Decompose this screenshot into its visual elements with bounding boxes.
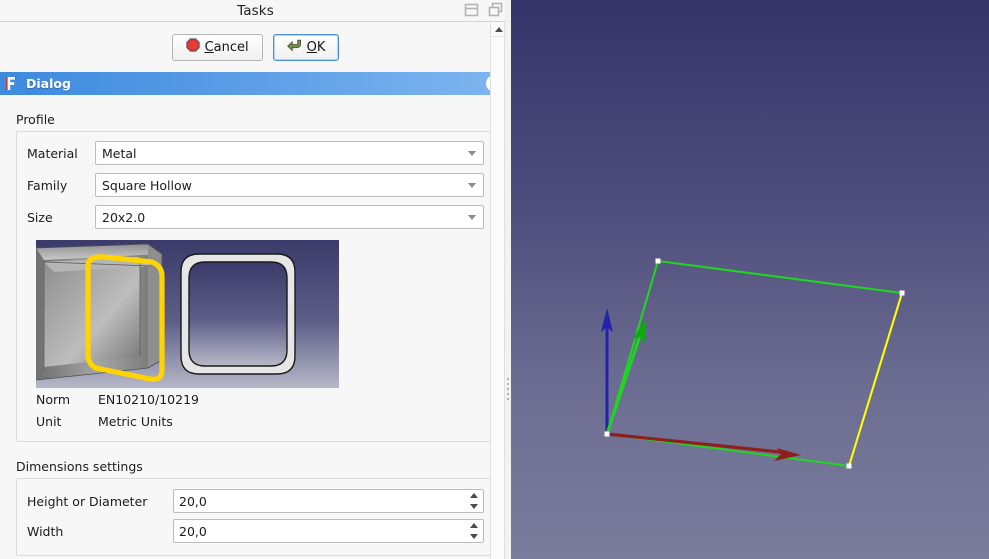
unit-value: Metric Units <box>98 413 173 429</box>
dialog-header: Dialog <box>0 72 511 95</box>
chevron-down-icon <box>468 151 476 156</box>
family-combobox[interactable]: Square Hollow <box>95 173 484 197</box>
chevron-down-icon <box>468 215 476 220</box>
tasks-titlebar: Tasks <box>0 0 511 22</box>
profile-section-label: Profile <box>16 112 55 127</box>
profile-groupbox: Material Metal Family Square Hollow Size <box>16 131 495 442</box>
size-row: Size 20x2.0 <box>27 203 484 231</box>
stepper-up-icon[interactable] <box>469 493 478 498</box>
norm-label: Norm <box>36 391 71 407</box>
tasks-panel: Tasks Cancel OK Dialog Profile Material … <box>0 0 511 559</box>
width-value: 20,0 <box>179 523 207 539</box>
freecad-logo <box>6 76 20 91</box>
stepper-down-icon[interactable] <box>469 534 478 539</box>
height-or-diameter-input[interactable]: 20,0 <box>173 489 484 513</box>
panel-scrollbar[interactable] <box>490 22 506 559</box>
unit-label: Unit <box>36 413 62 429</box>
ok-accel: O <box>306 39 317 55</box>
ok-button-label: OK <box>307 40 326 55</box>
height-or-diameter-value: 20,0 <box>179 493 207 509</box>
size-value: 20x2.0 <box>102 209 146 225</box>
stop-icon <box>185 38 200 56</box>
size-label: Size <box>27 209 53 225</box>
origin-axis-cross <box>601 308 801 461</box>
dialog-button-row: Cancel OK <box>0 22 511 72</box>
app-root: Tasks Cancel OK Dialog Profile Material … <box>0 0 989 559</box>
splitter-grip <box>507 378 509 404</box>
cancel-accel: C <box>204 39 214 55</box>
height-or-diameter-stepper[interactable] <box>466 491 481 511</box>
material-combobox[interactable]: Metal <box>95 141 484 165</box>
material-row: Material Metal <box>27 139 484 167</box>
float-icon[interactable] <box>488 2 503 17</box>
width-row: Width 20,0 <box>27 516 484 546</box>
height-or-diameter-row: Height or Diameter 20,0 <box>27 486 484 516</box>
profile-preview-image <box>36 240 339 388</box>
dimensions-section-label: Dimensions settings <box>16 459 143 474</box>
width-label: Width <box>27 523 64 539</box>
width-stepper[interactable] <box>466 521 481 541</box>
chevron-down-icon <box>468 183 476 188</box>
norm-value: EN10210/10219 <box>98 391 199 407</box>
material-value: Metal <box>102 145 137 161</box>
stepper-up-icon[interactable] <box>469 523 478 528</box>
material-label: Material <box>27 145 78 161</box>
unit-row: Unit Metric Units <box>27 410 484 432</box>
sketch-geometry <box>605 259 904 468</box>
cancel-button-label: Cancel <box>205 40 249 55</box>
titlebar-icon-group <box>464 2 503 17</box>
apply-arrow-icon <box>286 38 302 56</box>
height-or-diameter-label: Height or Diameter <box>27 493 148 509</box>
dialog-body: Profile Material Metal Family Square Hol… <box>0 112 511 559</box>
dialog-title: Dialog <box>26 76 71 91</box>
cancel-label-rest: ancel <box>213 39 249 55</box>
family-value: Square Hollow <box>102 177 192 193</box>
width-input[interactable]: 20,0 <box>173 519 484 543</box>
cancel-button[interactable]: Cancel <box>171 33 263 61</box>
3d-viewport[interactable] <box>511 0 989 559</box>
norm-row: Norm EN10210/10219 <box>27 388 484 410</box>
family-label: Family <box>27 177 68 193</box>
dock-icon[interactable] <box>464 2 479 17</box>
ok-button[interactable]: OK <box>272 33 340 61</box>
ok-label-rest: K <box>316 39 326 55</box>
size-combobox[interactable]: 20x2.0 <box>95 205 484 229</box>
dimensions-groupbox: Height or Diameter 20,0 Width 20,0 <box>16 478 495 556</box>
panel-title: Tasks <box>237 2 274 19</box>
scroll-up-arrow[interactable] <box>491 22 506 37</box>
family-row: Family Square Hollow <box>27 171 484 199</box>
stepper-down-icon[interactable] <box>469 504 478 509</box>
